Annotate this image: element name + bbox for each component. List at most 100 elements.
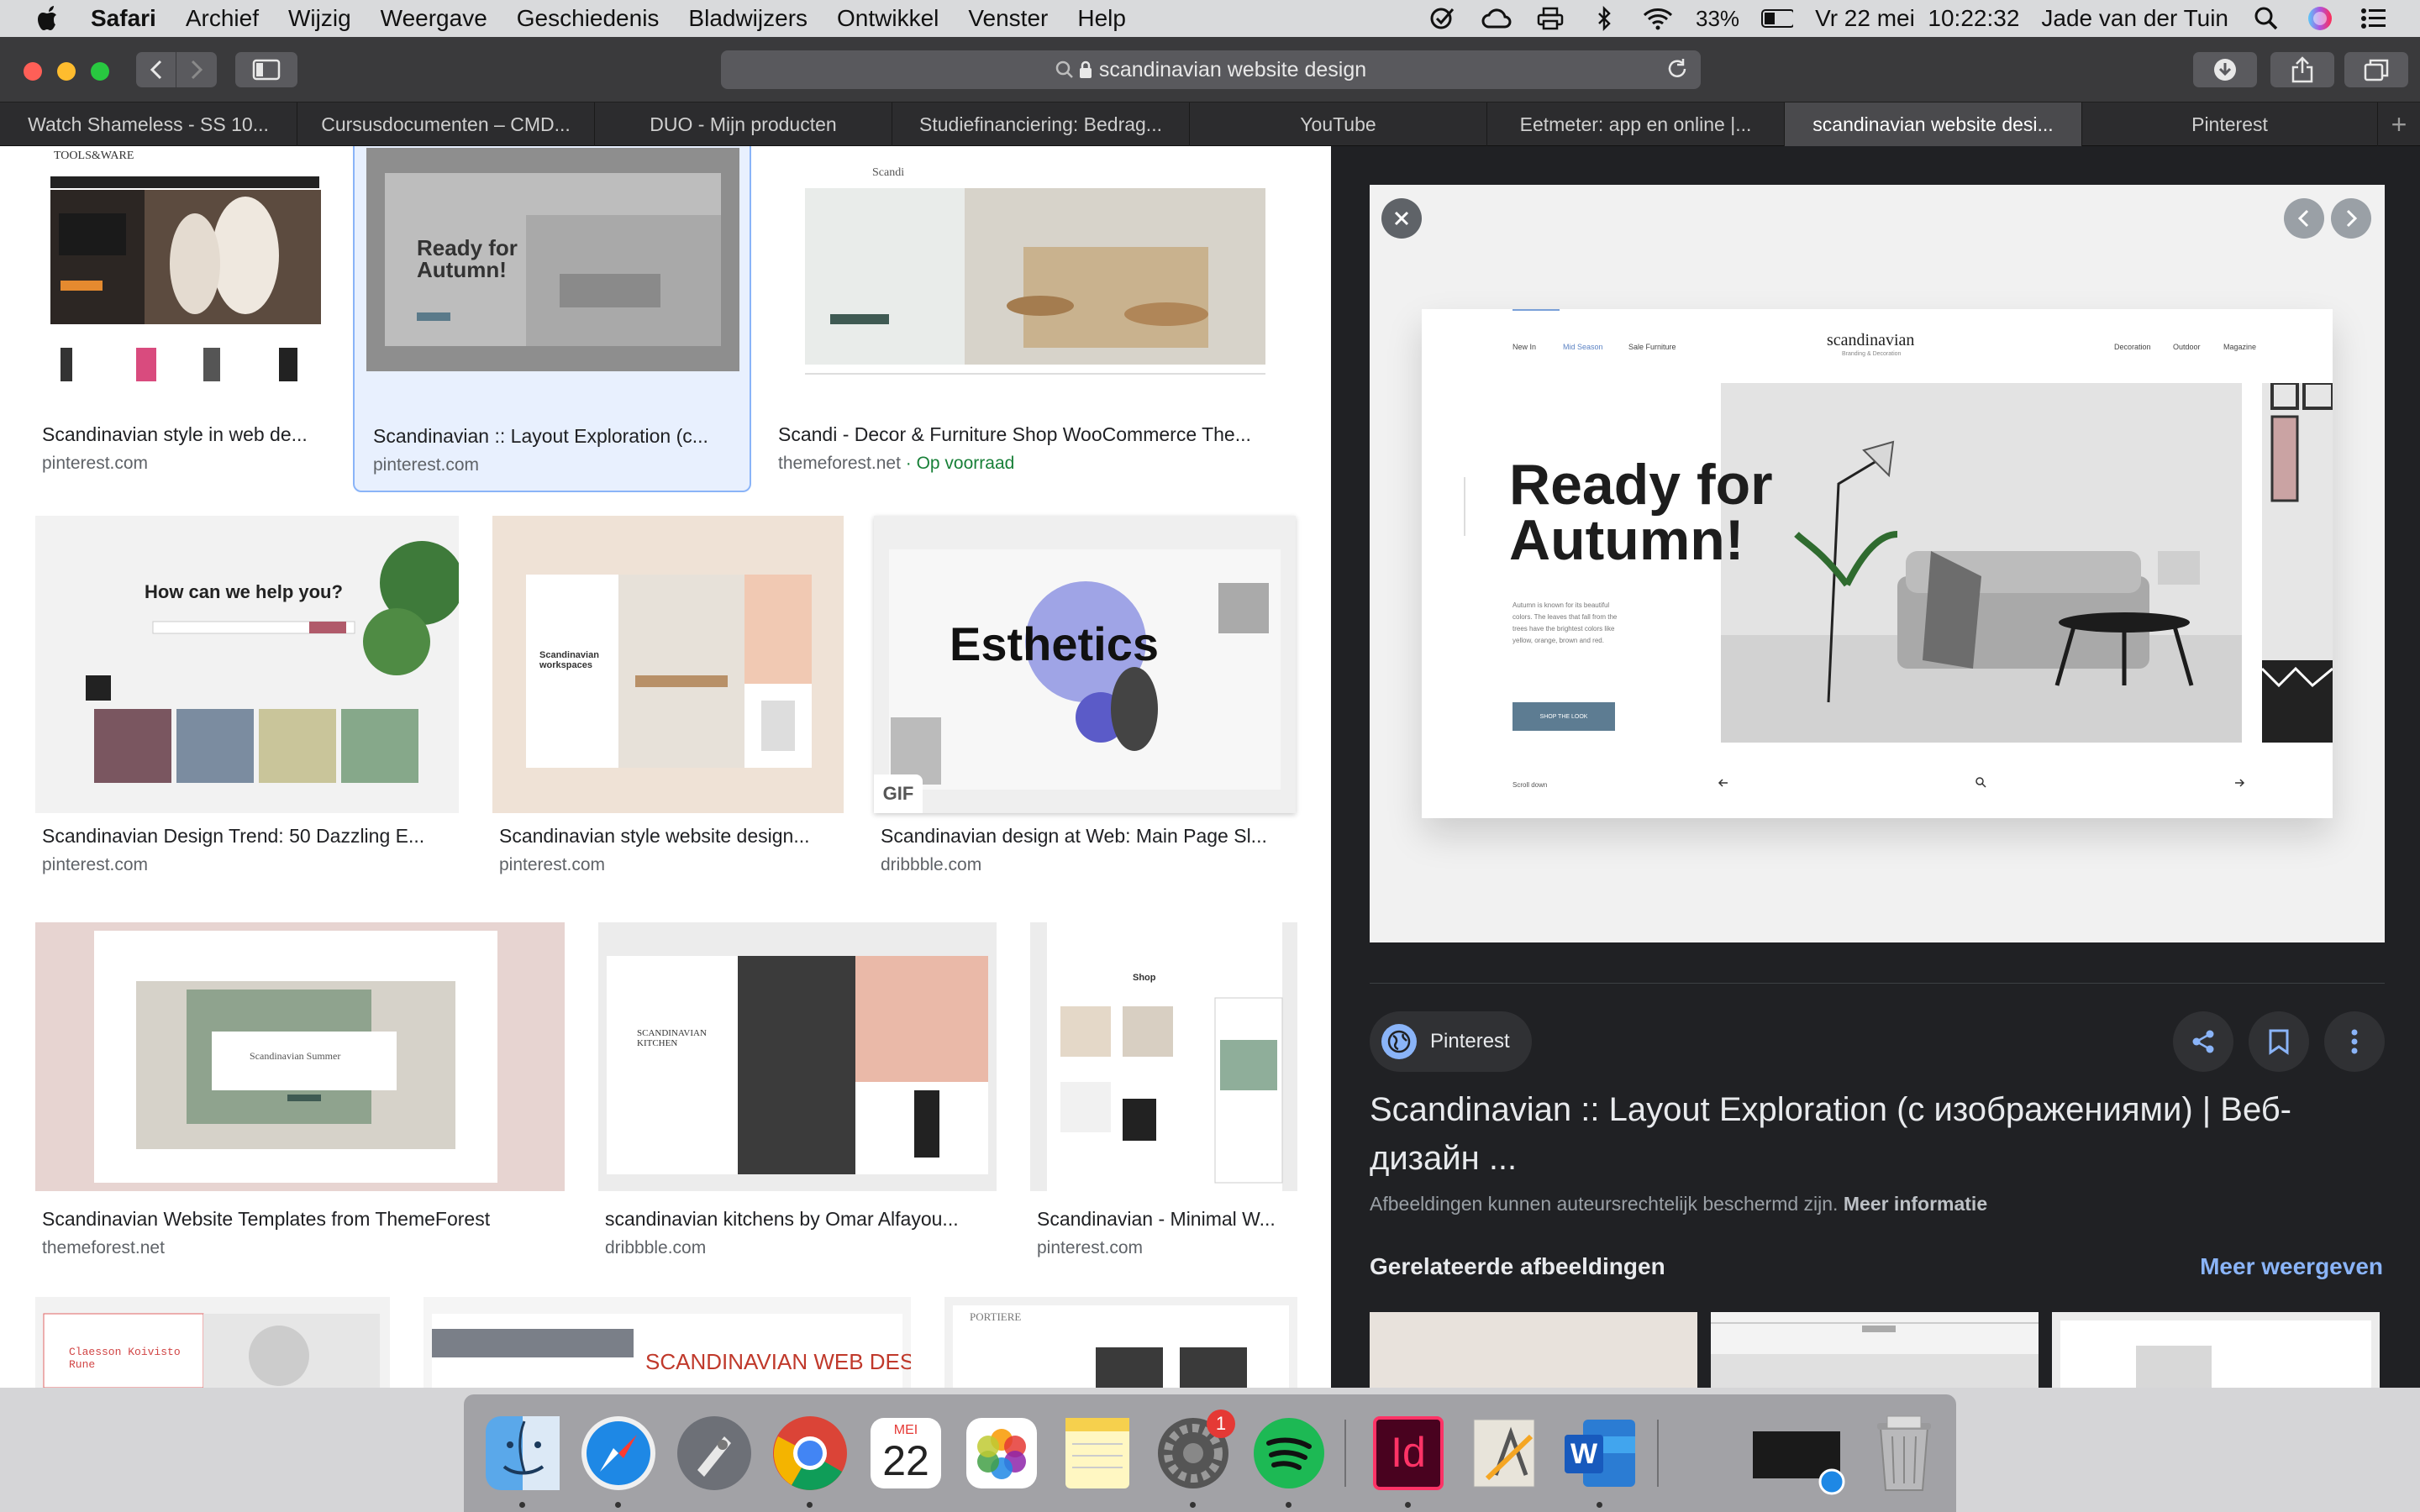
sidebar-button[interactable] (235, 52, 297, 87)
result-thumbnail[interactable]: Ready for Autumn! (366, 148, 739, 371)
clock[interactable]: Vr 22 mei 10:22:32 (1815, 5, 2019, 32)
chrome-icon[interactable] (768, 1411, 852, 1495)
spotlight-search-icon[interactable] (2250, 6, 2282, 31)
tab-overview-button[interactable] (2344, 52, 2408, 87)
printer-icon[interactable] (1534, 6, 1566, 31)
result-thumbnail[interactable]: SCANDINAVIAN WEB DES (424, 1297, 911, 1388)
bluetooth-icon[interactable] (1588, 6, 1620, 31)
result-source[interactable]: themeforest.net (42, 1238, 165, 1258)
share-button[interactable] (2173, 1011, 2233, 1072)
menu-archief[interactable]: Archief (186, 5, 259, 32)
menu-geschiedenis[interactable]: Geschiedenis (517, 5, 660, 32)
result-source[interactable]: pinterest.com (42, 454, 148, 474)
result-card[interactable]: SCANDINAVIAN KITCHEN scandinavian kitche… (598, 922, 997, 1258)
result-source[interactable]: dribbble.com (881, 855, 981, 875)
related-image[interactable] (1370, 1312, 1697, 1388)
tab-pinterest[interactable]: Pinterest (2082, 102, 2378, 146)
result-card[interactable]: Esthetics GIF Scandinavian design at Web… (874, 516, 1296, 874)
related-image[interactable] (1711, 1312, 2039, 1388)
result-title[interactable]: Scandinavian :: Layout Exploration (c... (373, 425, 743, 448)
result-thumbnail[interactable]: Claesson Koivisto Rune (35, 1297, 390, 1388)
show-more-link[interactable]: Meer weergeven (2200, 1253, 2383, 1280)
result-card[interactable]: TOOLS&WARE Scandinavian style in web de.… (35, 146, 333, 491)
calendar-icon[interactable]: MEI 22 (864, 1411, 948, 1495)
result-card[interactable]: How can we help you? Scandinavian Design… (35, 516, 459, 874)
menu-weergave[interactable]: Weergave (381, 5, 487, 32)
wifi-icon[interactable] (1642, 6, 1674, 31)
system-preferences-icon[interactable]: 1 (1151, 1410, 1235, 1495)
word-icon[interactable]: W (1558, 1411, 1642, 1495)
result-thumbnail[interactable]: Scandinavian workspaces (492, 516, 844, 813)
result-title[interactable]: scandinavian kitchens by Omar Alfayou... (605, 1208, 992, 1231)
more-options-button[interactable] (2324, 1011, 2385, 1072)
finder-icon[interactable] (481, 1411, 565, 1495)
menu-wijzig[interactable]: Wijzig (288, 5, 351, 32)
result-thumbnail[interactable]: Scandinavian Summer (35, 922, 565, 1191)
menu-ontwikkel[interactable]: Ontwikkel (837, 5, 939, 32)
result-thumbnail[interactable]: PORTIERE (944, 1297, 1297, 1388)
result-thumbnail[interactable]: How can we help you? (35, 516, 459, 813)
result-card[interactable]: Shop Scandinavian - Minimal W... pintere… (1030, 922, 1297, 1258)
result-card[interactable]: Scandi Scandi - Decor & Furniture Shop W… (771, 146, 1297, 491)
source-pill[interactable]: Pinterest (1370, 1011, 1532, 1072)
result-source[interactable]: dribbble.com (605, 1238, 706, 1258)
photos-icon[interactable] (960, 1411, 1044, 1495)
apple-icon[interactable] (32, 0, 62, 37)
result-thumbnail[interactable]: SCANDINAVIAN KITCHEN (598, 922, 997, 1191)
tab-youtube[interactable]: YouTube (1190, 102, 1487, 146)
result-card[interactable]: PORTIERE (944, 1297, 1297, 1388)
result-title[interactable]: Scandinavian style in web de... (42, 423, 328, 446)
tab-studiefinanciering[interactable]: Studiefinanciering: Bedrag... (892, 102, 1190, 146)
result-thumbnail[interactable]: Scandi (771, 146, 1297, 412)
result-title[interactable]: Scandinavian Website Templates from Them… (42, 1208, 563, 1231)
user-name[interactable]: Jade van der Tuin (2041, 5, 2228, 32)
trash-icon[interactable] (1862, 1411, 1946, 1495)
reload-icon[interactable] (1665, 57, 1689, 81)
result-card[interactable]: SCANDINAVIAN WEB DES (424, 1297, 911, 1388)
forward-button[interactable] (176, 52, 217, 87)
tab-cursusdocumenten[interactable]: Cursusdocumenten – CMD... (297, 102, 595, 146)
share-button[interactable] (2270, 52, 2334, 87)
new-tab-button[interactable]: + (2378, 102, 2420, 146)
tab-eetmeter[interactable]: Eetmeter: app en online |... (1487, 102, 1785, 146)
script-editor-icon[interactable] (1462, 1411, 1546, 1495)
tab-duo[interactable]: DUO - Mijn producten (595, 102, 892, 146)
next-image-button[interactable] (2331, 198, 2371, 239)
minimize-window-button[interactable] (57, 62, 76, 81)
minimized-window-thumbnail[interactable] (1749, 1411, 1850, 1495)
notification-center-icon[interactable] (2358, 6, 2390, 31)
result-title[interactable]: Scandinavian Design Trend: 50 Dazzling E… (42, 825, 454, 848)
result-title[interactable]: Scandinavian - Minimal W... (1037, 1208, 1292, 1231)
result-card[interactable]: Claesson Koivisto Rune (35, 1297, 390, 1388)
safari-icon[interactable] (576, 1411, 660, 1495)
back-button[interactable] (136, 52, 176, 87)
result-card[interactable]: Scandinavian workspaces Scandinavian sty… (492, 516, 844, 874)
menu-help[interactable]: Help (1077, 5, 1126, 32)
result-source[interactable]: pinterest.com (499, 855, 605, 875)
tab-scandinavian-search[interactable]: scandinavian website desi... (1785, 102, 2082, 146)
battery-icon[interactable] (1761, 6, 1794, 31)
creative-cloud-icon[interactable] (1481, 6, 1512, 31)
checkmark-status-icon[interactable] (1427, 6, 1459, 31)
result-title[interactable]: Scandinavian style website design... (499, 825, 844, 848)
result-card-selected[interactable]: Ready for Autumn! Scandinavian :: Layout… (353, 146, 751, 492)
notes-icon[interactable] (1055, 1411, 1139, 1495)
save-button[interactable] (2249, 1011, 2309, 1072)
downloads-button[interactable] (2193, 52, 2257, 87)
menu-app-name[interactable]: Safari (91, 5, 156, 32)
more-info-link[interactable]: Meer informatie (1844, 1193, 1987, 1215)
result-source[interactable]: pinterest.com (373, 455, 479, 475)
result-source[interactable]: pinterest.com (42, 855, 148, 875)
address-bar[interactable]: scandinavian website design (721, 50, 1701, 89)
siri-icon[interactable] (2304, 6, 2336, 31)
previous-image-button[interactable] (2284, 198, 2324, 239)
result-thumbnail[interactable]: Shop (1030, 922, 1297, 1191)
menu-venster[interactable]: Venster (968, 5, 1048, 32)
result-thumbnail[interactable]: Esthetics GIF (874, 516, 1296, 813)
close-window-button[interactable] (24, 62, 42, 81)
result-thumbnail[interactable]: TOOLS&WARE (35, 146, 333, 412)
tab-shameless[interactable]: Watch Shameless - SS 10... (0, 102, 297, 146)
result-title[interactable]: Scandi - Decor & Furniture Shop WooComme… (778, 423, 1282, 446)
result-card[interactable]: Scandinavian Summer Scandinavian Website… (35, 922, 565, 1258)
menu-bladwijzers[interactable]: Bladwijzers (688, 5, 808, 32)
